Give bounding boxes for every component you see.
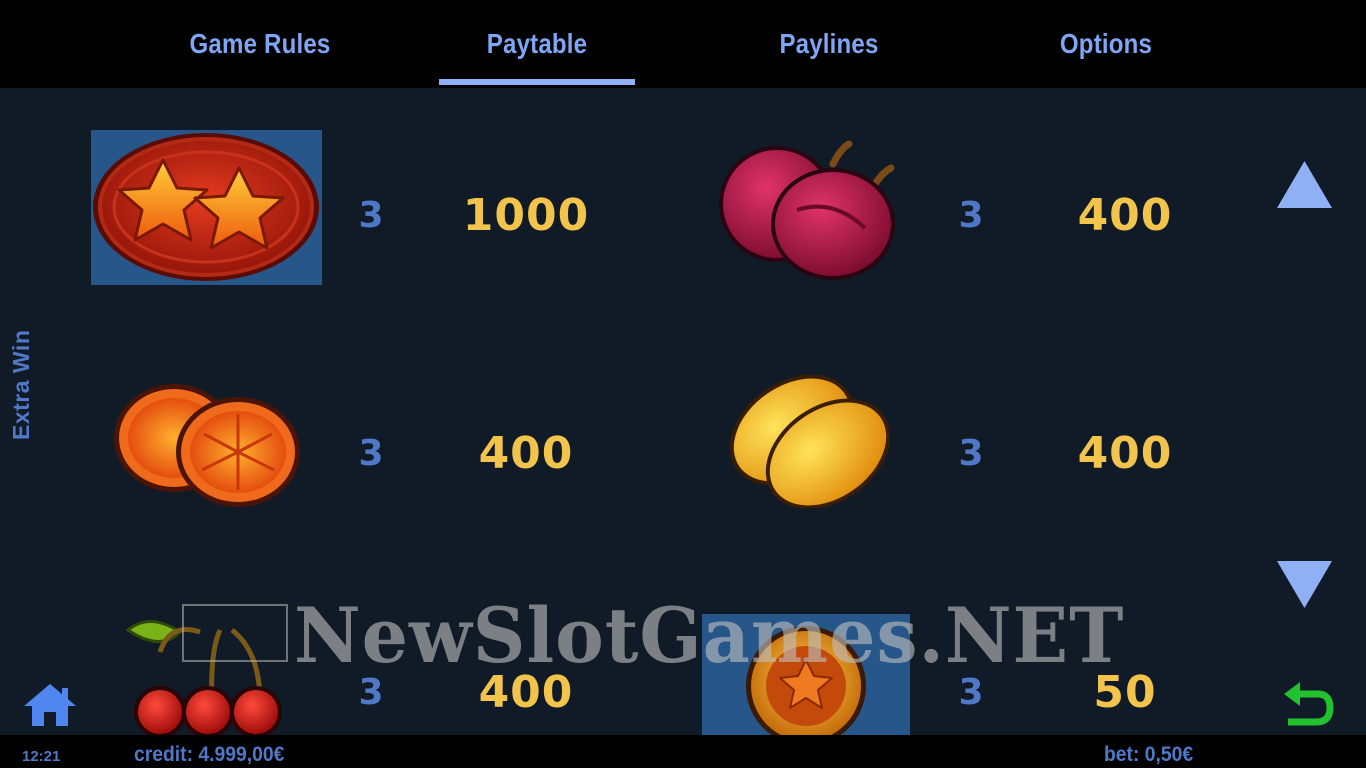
orange-icon (112, 382, 302, 508)
plum-icon (715, 140, 895, 282)
payout-value: 50 (1093, 667, 1157, 718)
match-count: 3 (958, 672, 984, 713)
tab-options[interactable]: Options (1020, 0, 1192, 88)
tab-paylines[interactable]: Paylines (743, 0, 915, 88)
match-count: 3 (958, 433, 984, 474)
payout-value: 1000 (462, 190, 590, 241)
match-count: 3 (358, 433, 384, 474)
active-tab-indicator (439, 79, 635, 85)
payout-value: 400 (478, 667, 574, 718)
tab-paytable[interactable]: Paytable (451, 0, 623, 88)
back-icon[interactable] (1282, 680, 1334, 733)
payout-value: 400 (1077, 428, 1173, 479)
star-coin-icon (702, 614, 910, 735)
clock: 12:21 (22, 748, 61, 765)
tab-bar: Game Rules Paytable Paylines Options (0, 0, 1366, 88)
watermark: NewSlotGames.NET (182, 596, 1182, 676)
credit-display: credit: 4.999,00€ (134, 743, 285, 766)
scroll-up-icon[interactable] (1276, 160, 1333, 214)
payout-value: 400 (1077, 190, 1173, 241)
match-count: 3 (358, 672, 384, 713)
match-count: 3 (358, 195, 384, 236)
cherry-icon (120, 612, 292, 735)
lemon-icon (722, 374, 890, 508)
scroll-down-icon[interactable] (1276, 560, 1333, 614)
stars-scatter-icon (91, 130, 322, 285)
paytable-screen: Game Rules Paytable Paylines Options Ext… (0, 0, 1366, 768)
home-icon[interactable] (22, 682, 78, 733)
payout-value: 400 (478, 428, 574, 479)
match-count: 3 (958, 195, 984, 236)
status-bar: 12:21 credit: 4.999,00€ bet: 0,50€ (0, 735, 1366, 768)
bet-display: bet: 0,50€ (1104, 743, 1194, 766)
extra-win-label: Extra Win (8, 329, 34, 440)
tab-game-rules[interactable]: Game Rules (174, 0, 346, 88)
